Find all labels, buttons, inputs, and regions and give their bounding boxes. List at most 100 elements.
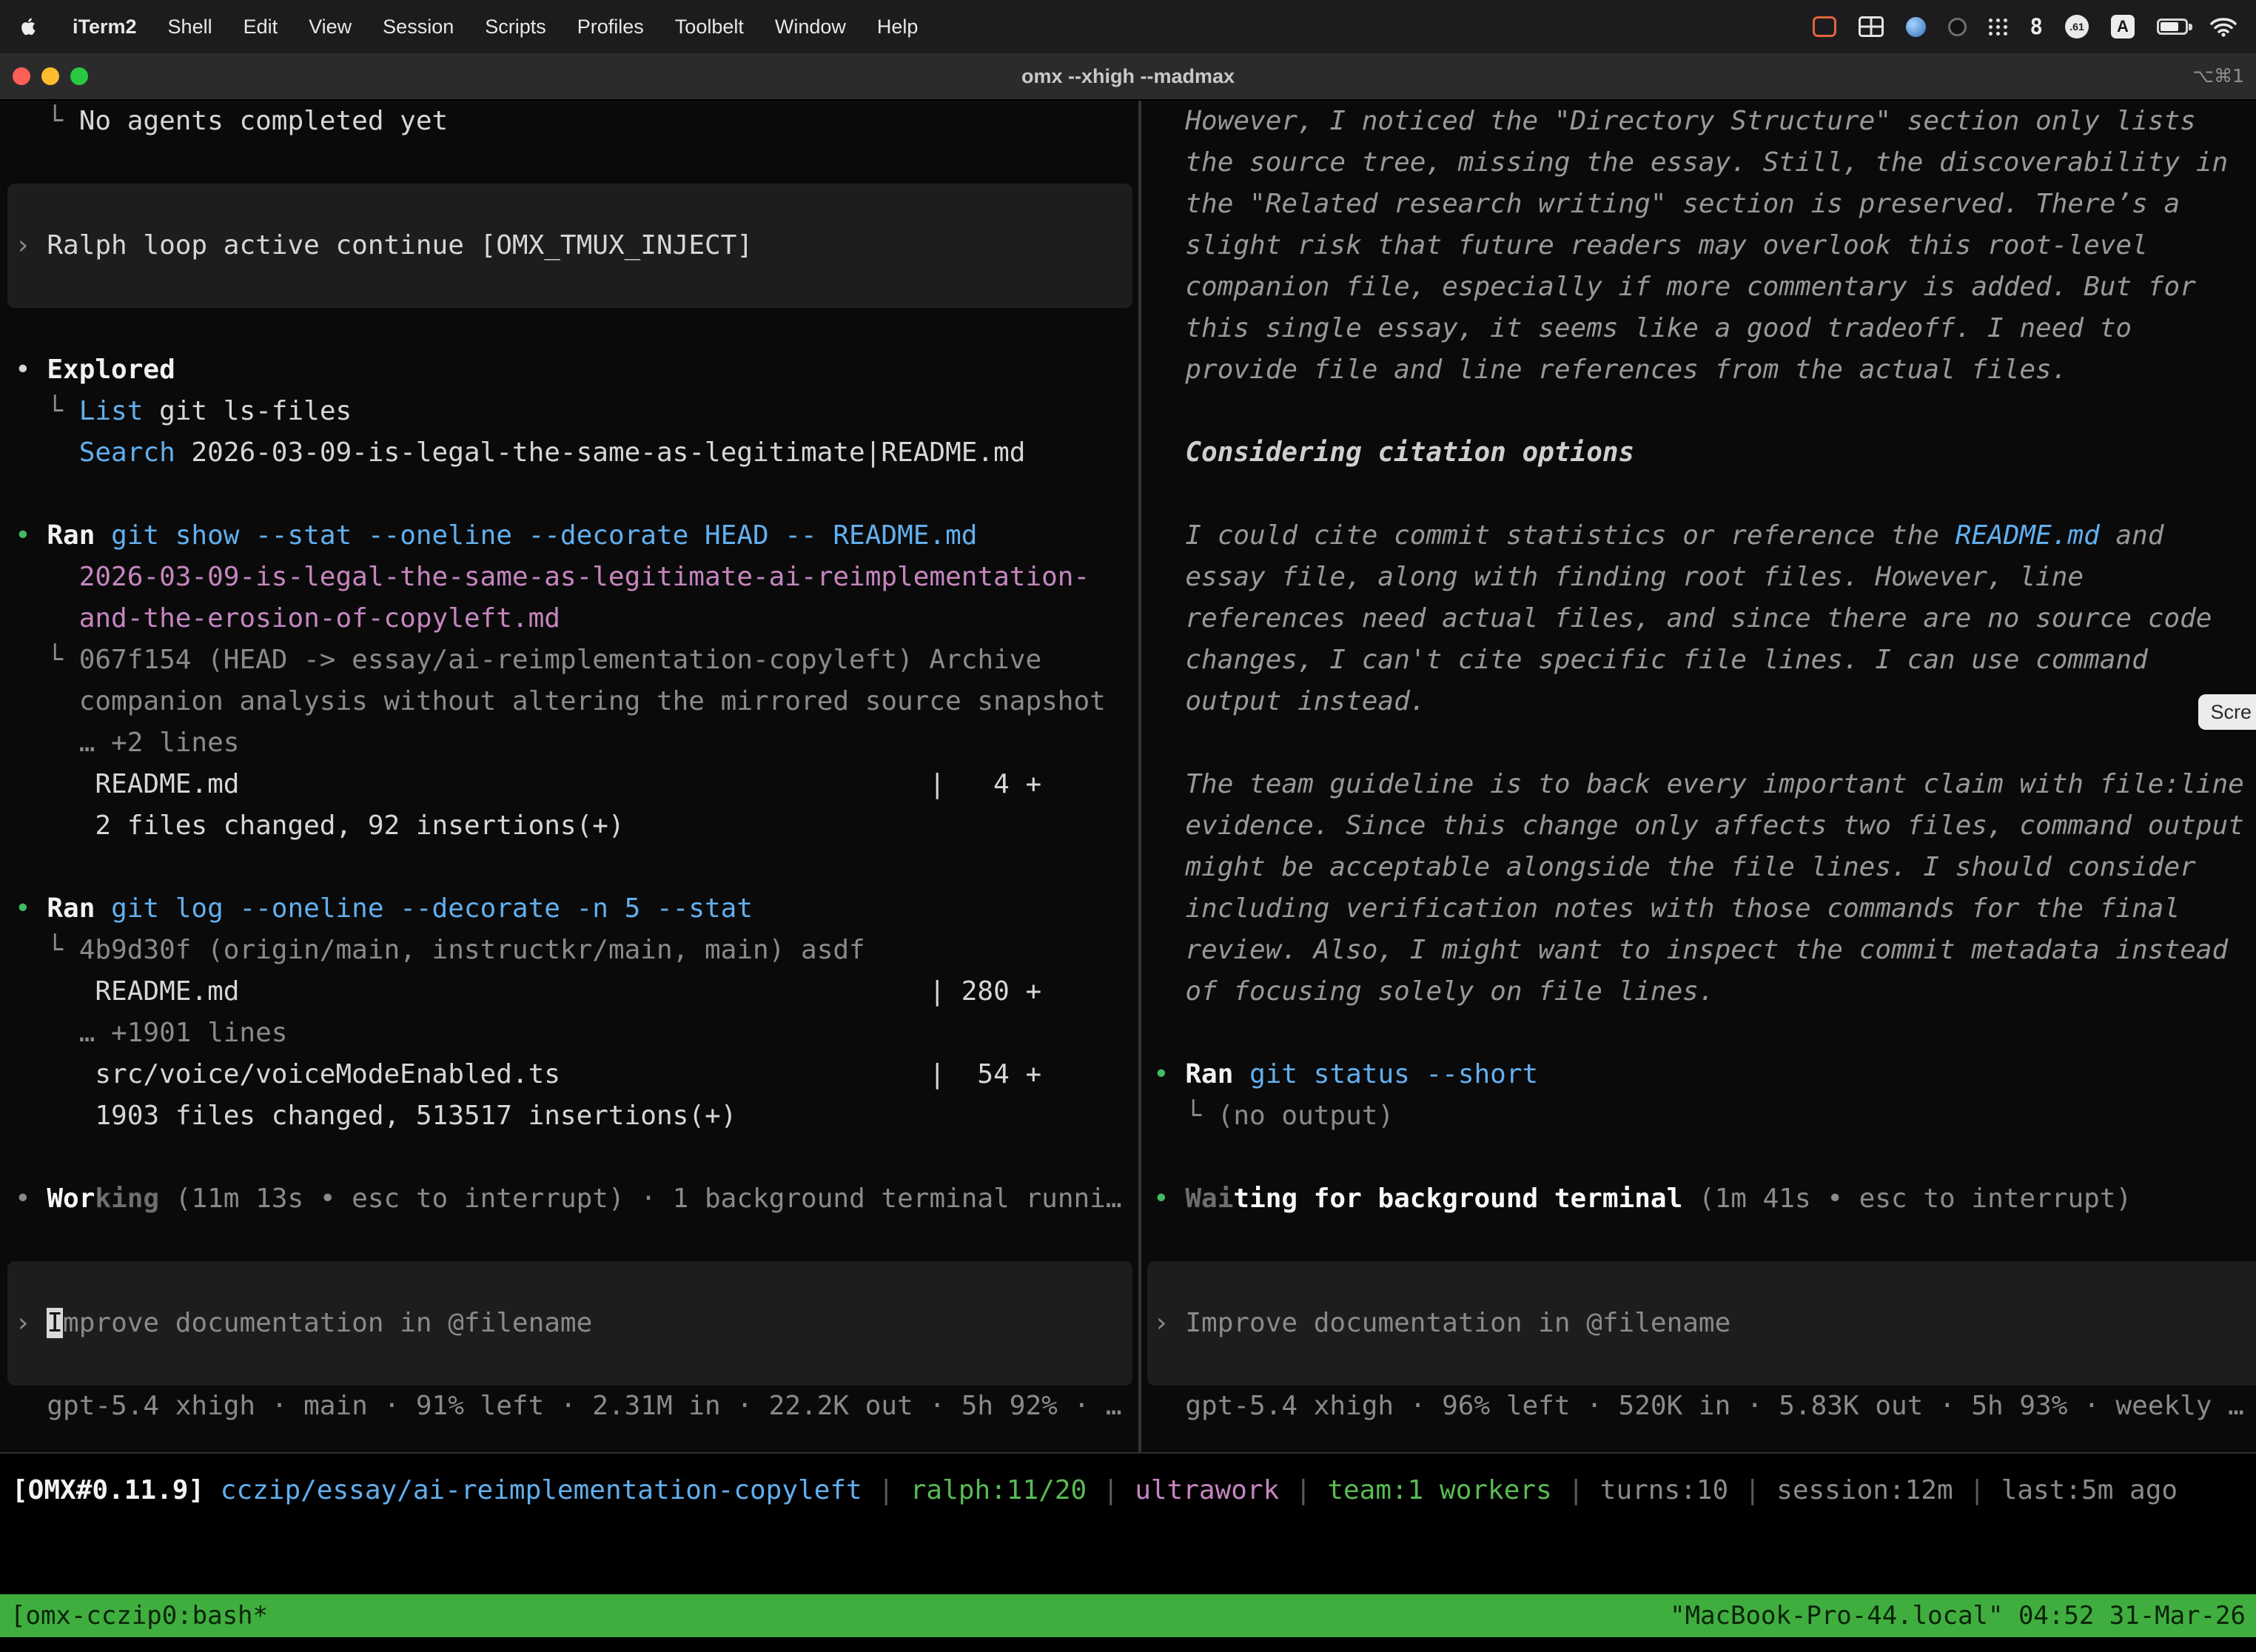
terminal-line: essay file, along with finding root file… [1153,557,2256,598]
apple-menu-icon[interactable] [19,16,38,37]
menu-item-iterm2[interactable]: iTerm2 [73,16,137,38]
terminal-area: └ No agents completed yet› Ralph loop ac… [0,101,2256,1454]
text-segment: └ [15,645,79,675]
text-segment: turns:10 [1600,1475,1728,1505]
terminal-line: of focusing solely on file lines. [1153,971,2256,1013]
text-segment: including verification notes with those … [1153,893,2180,924]
text-segment: • [15,355,47,385]
text-segment: git log --oneline --decorate -n 5 --stat [95,893,753,924]
text-segment: The team guideline is to back every impo… [1153,769,2244,799]
text-segment: └ [15,935,79,965]
text-segment: the "Related research writing" section i… [1153,189,2180,219]
text-segment: (11m 13s • esc to interrupt) · 1 backgro… [159,1183,1121,1214]
input-source-icon[interactable]: A [2111,15,2135,38]
text-segment: README.md | 4 + [15,769,1041,799]
terminal-line [15,308,1138,349]
menu-item-view[interactable]: View [309,16,352,38]
text-segment: • [1153,1059,1185,1089]
terminal-line [15,142,1138,184]
window-grid-icon[interactable] [1859,16,1884,37]
ralph-loop-banner[interactable]: › Ralph loop active continue [OMX_TMUX_I… [7,184,1132,308]
terminal-line: └ 067f154 (HEAD -> essay/ai-reimplementa… [15,639,1138,681]
terminal-line: including verification notes with those … [1153,888,2256,930]
prompt-input[interactable]: › Improve documentation in @filename [1147,1261,2256,1386]
tmux-host-clock: "MacBook-Pro-44.local" 04:52 31-Mar-26 [1670,1601,2246,1631]
text-segment: README.md [1955,520,2100,551]
wifi-icon[interactable] [2210,16,2237,37]
digit-8-icon[interactable]: 8 [2030,14,2043,39]
screen-recording-icon[interactable] [1813,16,1836,37]
text-segment: › [1153,1308,1185,1338]
window-hotkey: ⌥⌘1 [2192,53,2244,99]
menu-items: iTerm2 Shell Edit View Session Scripts Profile… [19,16,918,38]
menu-item-shell[interactable]: Shell [168,16,212,38]
ran-git-show: • Ran git show --stat --oneline --decora… [15,515,1138,557]
text-segment: | [1087,1475,1135,1505]
text-segment: slight risk that future readers may over… [1153,230,2148,261]
close-window-button[interactable] [13,67,30,85]
dark-circle-icon[interactable] [1948,18,1967,36]
text-segment: gpt-5.4 xhigh · 96% left · 520K in · 5.8… [1153,1391,2244,1421]
prompt-input[interactable]: › Improve documentation in @filename [7,1261,1132,1386]
terminal-line: evidence. Since this change only affects… [1153,805,2256,847]
text-segment: | [1552,1475,1600,1505]
model-status: gpt-5.4 xhigh · main · 91% left · 2.31M … [15,1386,1138,1427]
text-segment: Ran [47,893,95,924]
terminal-line: README.md | 4 + [15,764,1138,805]
menu-item-scripts[interactable]: Scripts [485,16,546,38]
text-segment: | [1279,1475,1327,1505]
text-segment: of focusing solely on file lines. [1153,976,1715,1007]
dots-grid-icon[interactable] [1989,19,2008,36]
menu-item-toolbelt[interactable]: Toolbelt [675,16,744,38]
menu-item-edit[interactable]: Edit [244,16,278,38]
text-segment: • [15,893,47,924]
text-segment: this single essay, it seems like a good … [1153,313,2132,343]
terminal-line [1153,474,2256,515]
explored-header: • Explored [15,349,1138,391]
text-segment: [OMX#0.11.9] [12,1475,221,1505]
text-segment: companion file, especially if more comme… [1153,272,2196,302]
terminal-line [15,1137,1138,1178]
screen-notification[interactable]: Scre [2198,694,2256,730]
text-segment: ultrawork [1135,1475,1279,1505]
battery-icon[interactable] [2157,19,2188,35]
terminal-line [15,474,1138,515]
menu-item-window[interactable]: Window [775,16,846,38]
text-segment: └ [1153,1101,1218,1131]
menu-item-session[interactable]: Session [383,16,454,38]
text-segment: 1903 files changed, 513517 insertions(+) [15,1101,736,1131]
text-segment: 2026-03-09-is-legal-the-same-as-legitima… [175,437,1026,468]
text-segment: changes, I can't cite specific file line… [1153,645,2148,675]
menu-item-help[interactable]: Help [877,16,919,38]
text-segment: 4b9d30f (origin/main, instructkr/main, m… [79,935,865,965]
terminal-line [1153,1220,2256,1261]
right-pane[interactable]: However, I noticed the "Directory Struct… [1141,101,2256,1452]
minimize-window-button[interactable] [41,67,59,85]
meter-61-icon[interactable]: .61 [2065,15,2089,38]
text-segment: team:1 workers [1327,1475,1551,1505]
terminal-line: references need actual files, and since … [1153,598,2256,639]
window-title: omx --xhigh --madmax [1021,53,1235,99]
terminal-line: output instead. [1153,681,2256,722]
text-segment: | [862,1475,910,1505]
thinking-header: Considering citation options [1153,432,2256,474]
text-segment: • [15,1183,47,1214]
omx-status-line: [OMX#0.11.9] cczip/essay/ai-reimplementa… [12,1470,2256,1511]
text-segment: review. Also, I might want to inspect th… [1153,935,2228,965]
terminal-line: this single essay, it seems like a good … [1153,308,2256,349]
tmux-status-bar: [omx-cczip0:bash* "MacBook-Pro-44.local"… [0,1594,2256,1637]
text-segment: companion analysis without altering the … [15,686,1106,716]
terminal-line [1153,722,2256,764]
blue-orb-icon[interactable] [1906,17,1926,37]
zoom-window-button[interactable] [70,67,88,85]
text-segment: and [2100,520,2164,551]
terminal-line: might be acceptable alongside the file l… [1153,847,2256,888]
menu-bar: iTerm2 Shell Edit View Session Scripts Profile… [0,0,2256,53]
left-pane[interactable]: └ No agents completed yet› Ralph loop ac… [0,101,1138,1452]
text-segment: (no output) [1218,1101,1394,1131]
terminal-line: 2 files changed, 92 insertions(+) [15,805,1138,847]
text-segment: 067f154 (HEAD -> essay/ai-reimplementati… [79,645,1041,675]
text-segment: ting for background terminal [1233,1183,1682,1214]
menu-item-profiles[interactable]: Profiles [577,16,644,38]
text-segment: essay file, along with finding root file… [1153,562,2084,592]
